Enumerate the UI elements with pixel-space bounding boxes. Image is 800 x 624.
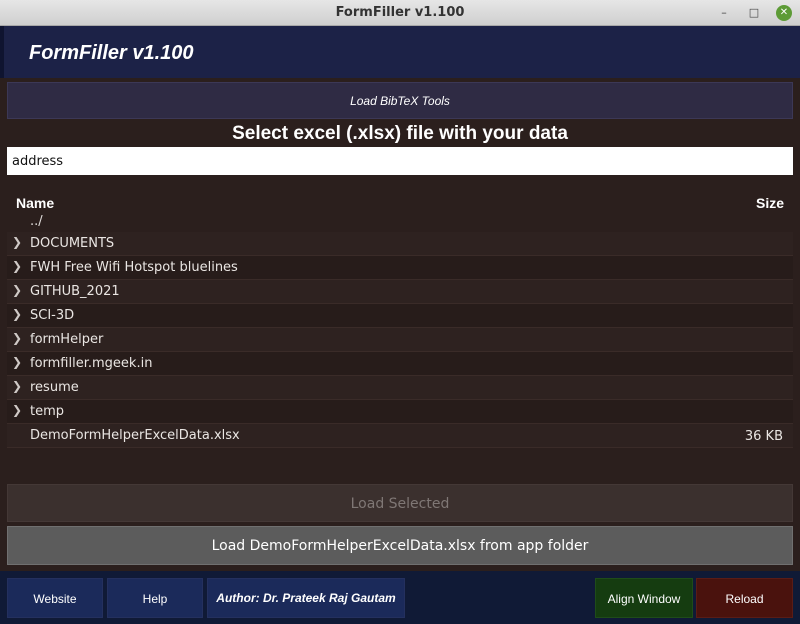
select-file-heading: Select excel (.xlsx) file with your data: [232, 123, 568, 144]
file-browser: Name Size ../ ❯ DOCUMENTS ❯ FWH Free Wif…: [0, 189, 800, 461]
parent-directory-item[interactable]: ../: [30, 214, 43, 229]
chevron-right-icon: ❯: [12, 235, 23, 249]
app-header: FormFiller v1.100: [0, 26, 800, 78]
chevron-right-icon: ❯: [12, 331, 23, 345]
name-column-header[interactable]: Name: [16, 195, 54, 211]
item-name: FWH Free Wifi Hotspot bluelines: [30, 260, 238, 275]
window-title: FormFiller v1.100: [335, 5, 465, 20]
item-name: SCI-3D: [30, 308, 75, 323]
chevron-right-icon: ❯: [12, 403, 23, 417]
item-name: formHelper: [30, 332, 104, 347]
close-icon[interactable]: ✕: [776, 5, 792, 21]
window-titlebar[interactable]: FormFiller v1.100 – □ ✕: [0, 0, 800, 26]
load-selected-button[interactable]: Load Selected: [7, 484, 793, 522]
align-window-button[interactable]: Align Window: [595, 578, 693, 618]
author-button[interactable]: Author: Dr. Prateek Raj Gautam: [207, 578, 405, 618]
item-name: DOCUMENTS: [30, 236, 115, 251]
path-input[interactable]: [7, 147, 793, 175]
item-name: GITHUB_2021: [30, 284, 120, 299]
chevron-right-icon: ❯: [12, 307, 23, 321]
footer-bar: Website Help Author: Dr. Prateek Raj Gau…: [0, 571, 800, 624]
reload-button[interactable]: Reload: [696, 578, 793, 618]
maximize-icon[interactable]: □: [746, 5, 762, 21]
load-demo-file-button[interactable]: Load DemoFormHelperExcelData.xlsx from a…: [7, 526, 793, 565]
file-item[interactable]: DemoFormHelperExcelData.xlsx 36 KB: [7, 424, 793, 448]
item-name: DemoFormHelperExcelData.xlsx: [30, 428, 240, 443]
file-list: ❯ DOCUMENTS ❯ FWH Free Wifi Hotspot blue…: [7, 232, 793, 448]
chevron-right-icon: ❯: [12, 355, 23, 369]
website-button[interactable]: Website: [7, 578, 103, 618]
size-column-header[interactable]: Size: [756, 195, 784, 211]
folder-item[interactable]: ❯ temp: [7, 400, 793, 424]
folder-item[interactable]: ❯ DOCUMENTS: [7, 232, 793, 256]
help-button[interactable]: Help: [107, 578, 203, 618]
folder-item[interactable]: ❯ formHelper: [7, 328, 793, 352]
item-size: 36 KB: [744, 429, 783, 444]
item-name: temp: [30, 404, 65, 419]
folder-item[interactable]: ❯ FWH Free Wifi Hotspot bluelines: [7, 256, 793, 280]
item-name: formfiller.mgeek.in: [30, 356, 153, 371]
app-title: FormFiller v1.100: [29, 42, 194, 64]
folder-item[interactable]: ❯ resume: [7, 376, 793, 400]
folder-item[interactable]: ❯ GITHUB_2021: [7, 280, 793, 304]
item-name: resume: [30, 380, 79, 395]
folder-item[interactable]: ❯ SCI-3D: [7, 304, 793, 328]
minimize-icon[interactable]: –: [716, 5, 732, 21]
folder-item[interactable]: ❯ formfiller.mgeek.in: [7, 352, 793, 376]
load-bibtex-tools-button[interactable]: Load BibTeX Tools: [7, 82, 793, 119]
chevron-right-icon: ❯: [12, 283, 23, 297]
app-body: FormFiller v1.100 Load BibTeX Tools Sele…: [0, 26, 800, 624]
chevron-right-icon: ❯: [12, 259, 23, 273]
chevron-right-icon: ❯: [12, 379, 23, 393]
